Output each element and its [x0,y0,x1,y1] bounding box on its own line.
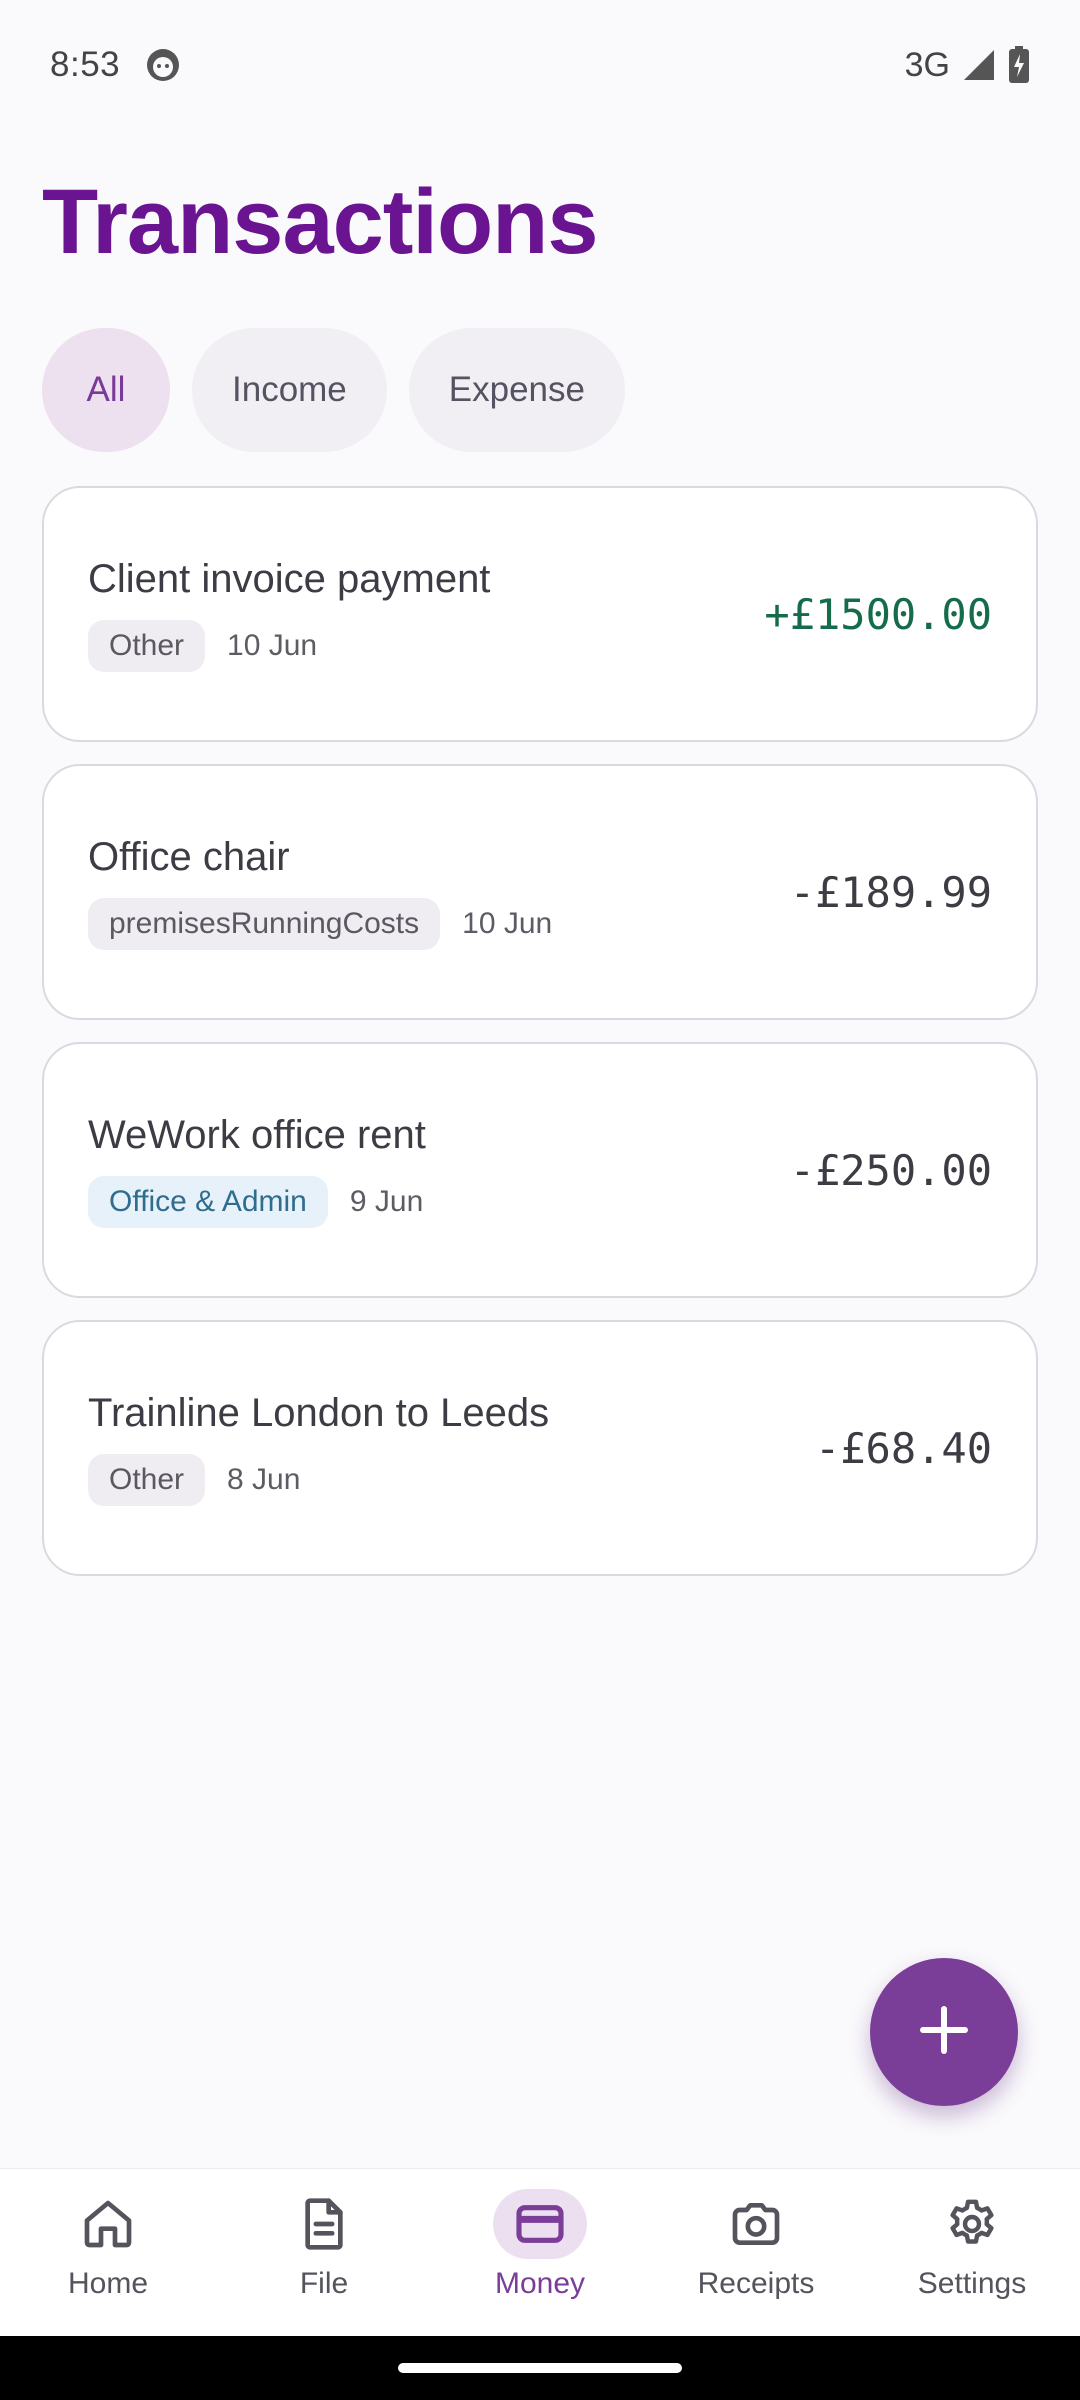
transaction-amount: +£1500.00 [764,589,992,639]
category-tag: Other [88,619,206,672]
nav-item-home[interactable]: Home [8,2189,208,2301]
home-icon [61,2189,155,2259]
notification-face-icon [146,48,180,82]
transaction-title: Trainline London to Leeds [88,1390,550,1435]
battery-charging-icon [1008,46,1030,84]
transaction-card[interactable]: Trainline London to Leeds Other 8 Jun -£… [42,1320,1038,1576]
transaction-amount: -£189.99 [789,867,992,917]
transaction-meta: Other 8 Jun [88,1453,549,1506]
transaction-title: Client invoice payment [88,556,491,601]
nav-item-receipts[interactable]: Receipts [656,2189,856,2301]
category-tag: Office & Admin [88,1175,328,1228]
camera-icon [709,2189,803,2259]
signal-icon [962,48,996,82]
nav-label-file: File [299,2267,349,2300]
transaction-info: Client invoice payment Other 10 Jun [88,557,490,672]
transaction-card[interactable]: Office chair premisesRunningCosts 10 Jun… [42,764,1038,1020]
nav-item-money[interactable]: Money [440,2189,640,2301]
transaction-title: WeWork office rent [88,1112,426,1157]
transaction-date: 9 Jun [349,1184,424,1218]
nav-label-receipts: Receipts [697,2267,815,2300]
transaction-info: Trainline London to Leeds Other 8 Jun [88,1391,549,1506]
nav-label-settings: Settings [917,2267,1027,2300]
filter-chip-income[interactable]: Income [192,328,387,452]
transaction-meta: Other 10 Jun [88,619,490,672]
status-bar: 8:53 3G [0,0,1080,130]
card-icon [493,2189,587,2259]
page-title: Transactions [42,171,599,273]
transaction-card[interactable]: WeWork office rent Office & Admin 9 Jun … [42,1042,1038,1298]
home-gesture-handle[interactable] [398,2363,682,2373]
nav-label-home: Home [67,2267,149,2300]
transaction-amount: -£68.40 [814,1423,992,1473]
transaction-date: 8 Jun [227,1462,301,1496]
plus-icon [916,2002,972,2063]
transaction-meta: premisesRunningCosts 10 Jun [88,897,553,950]
bottom-nav: Home File Money Receipts Settings [0,2168,1080,2336]
transaction-title: Office chair [88,834,290,879]
filter-chip-all[interactable]: All [42,328,170,452]
network-type: 3G [904,45,950,84]
filter-chip-expense[interactable]: Expense [408,328,625,452]
nav-label-money: Money [494,2267,586,2300]
transaction-date: 10 Jun [227,628,318,662]
transaction-meta: Office & Admin 9 Jun [88,1175,426,1228]
transaction-date: 10 Jun [462,906,553,940]
transaction-list: Client invoice payment Other 10 Jun +£15… [42,486,1038,1598]
gear-icon [925,2189,1019,2259]
nav-item-file[interactable]: File [224,2189,424,2301]
gesture-bar [0,2336,1080,2400]
transaction-info: Office chair premisesRunningCosts 10 Jun [88,835,552,950]
status-time: 8:53 [50,45,121,84]
status-left: 8:53 [50,45,180,85]
transaction-card[interactable]: Client invoice payment Other 10 Jun +£15… [42,486,1038,742]
category-tag: Other [88,1453,206,1506]
filter-chips: All Income Expense [42,328,625,452]
transaction-amount: -£250.00 [789,1145,992,1195]
transaction-info: WeWork office rent Office & Admin 9 Jun [88,1113,426,1228]
status-right: 3G [905,46,1030,85]
add-transaction-button[interactable] [870,1958,1018,2106]
nav-item-settings[interactable]: Settings [872,2189,1072,2301]
category-tag: premisesRunningCosts [88,897,441,950]
transactions-screen: 8:53 3G Transactions All Income Expense … [0,0,1080,2400]
file-icon [277,2189,371,2259]
